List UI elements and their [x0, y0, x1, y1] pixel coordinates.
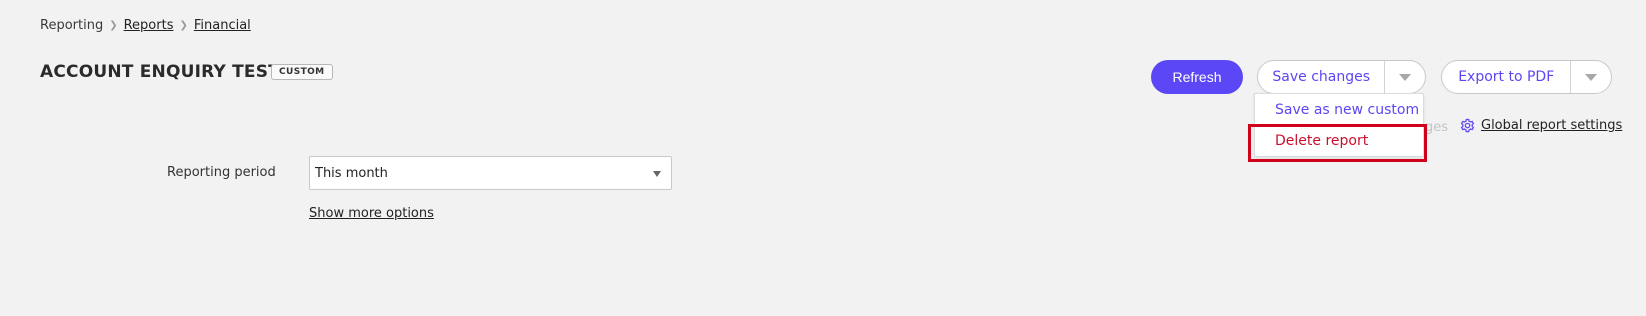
gear-icon: [1460, 118, 1475, 133]
export-split-button: Export to PDF: [1441, 60, 1612, 94]
delete-report-item[interactable]: Delete report: [1255, 125, 1423, 156]
show-more-options-link[interactable]: Show more options: [309, 206, 434, 221]
breadcrumb-reports-link[interactable]: Reports: [124, 18, 174, 33]
refresh-button[interactable]: Refresh: [1151, 60, 1243, 94]
save-changes-split-button: Save changes: [1257, 60, 1426, 94]
caret-down-icon: [653, 171, 661, 177]
chevron-right-icon: ❯: [179, 20, 188, 31]
save-as-new-custom-item[interactable]: Save as new custom: [1255, 94, 1423, 125]
caret-down-icon: [1399, 73, 1412, 81]
save-options-menu: Save as new custom Delete report: [1254, 93, 1424, 157]
global-report-settings-link[interactable]: Global report settings: [1460, 118, 1622, 133]
breadcrumb: Reporting ❯ Reports ❯ Financial: [40, 18, 251, 33]
global-report-settings-label: Global report settings: [1481, 118, 1623, 133]
save-options-toggle[interactable]: [1384, 61, 1425, 93]
breadcrumb-root: Reporting: [40, 18, 104, 33]
export-to-pdf-button[interactable]: Export to PDF: [1442, 61, 1570, 93]
report-page: Reporting ❯ Reports ❯ Financial ACCOUNT …: [0, 0, 1646, 316]
save-changes-button[interactable]: Save changes: [1258, 61, 1384, 93]
chevron-right-icon: ❯: [109, 20, 118, 31]
reporting-period-value: This month: [315, 165, 388, 181]
page-title: ACCOUNT ENQUIRY TEST: [40, 62, 280, 82]
hidden-settings-link: ges: [1425, 120, 1449, 135]
caret-down-icon: [1585, 73, 1598, 81]
reporting-period-select[interactable]: This month: [309, 156, 672, 190]
breadcrumb-financial-link[interactable]: Financial: [194, 18, 251, 33]
reporting-period-label: Reporting period: [167, 165, 276, 180]
export-options-toggle[interactable]: [1570, 61, 1611, 93]
custom-badge: CUSTOM: [271, 64, 333, 80]
